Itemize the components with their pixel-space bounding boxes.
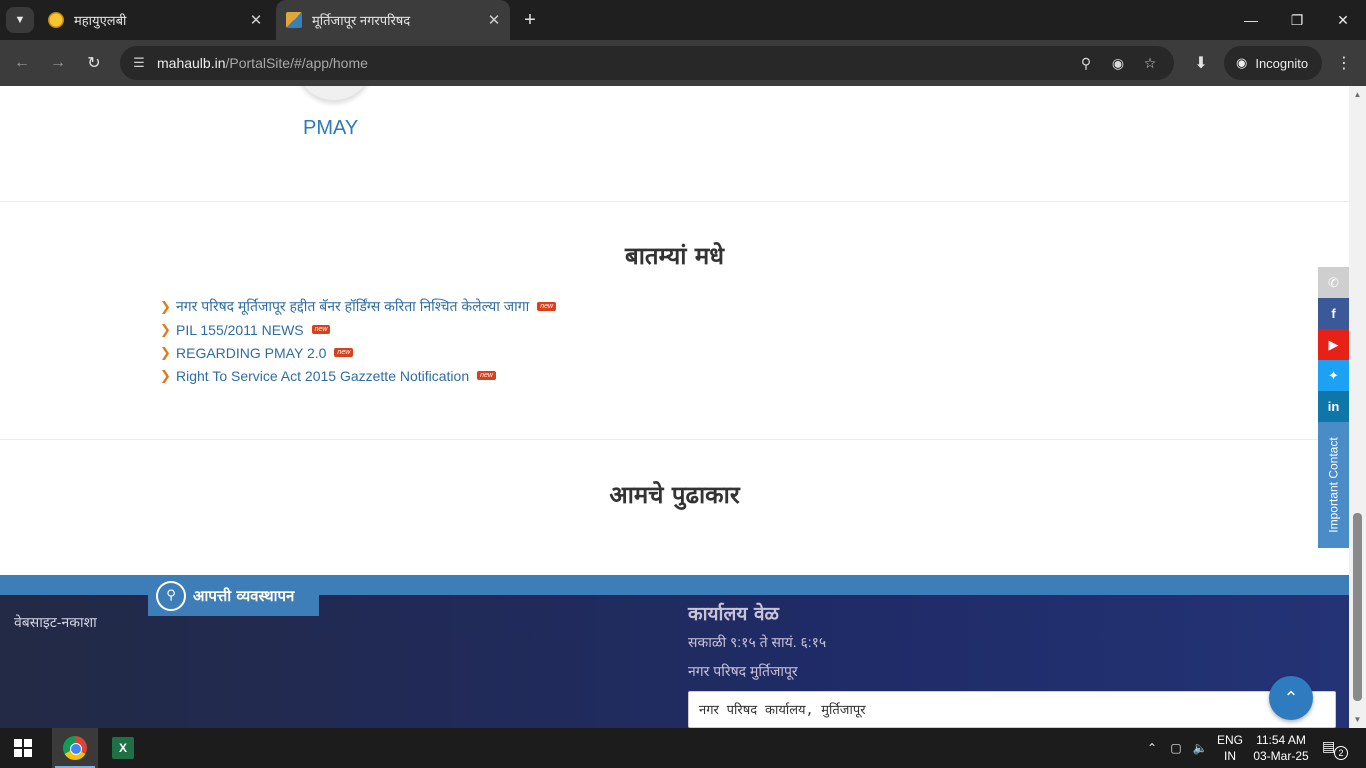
page-viewport: PMAY बातम्यां मधे ❯ नगर परिषद मूर्तिजापू… — [0, 86, 1349, 728]
page-scrollbar[interactable]: ▲ ▼ — [1349, 86, 1366, 728]
incognito-icon: ◉ — [1236, 55, 1248, 70]
news-link[interactable]: REGARDING PMAY 2.0 — [176, 345, 326, 361]
new-badge: new — [537, 302, 557, 311]
tab-strip: ▼ महायुएलबी ✕ मूर्तिजापूर नगरपरिषद ✕ + —… — [0, 0, 1366, 40]
social-sidebar: ✆ f ▶ ✦ in Important Contact — [1318, 267, 1349, 548]
news-heading: बातम्यां मधे — [624, 242, 724, 270]
chevron-right-icon: ❯ — [160, 367, 171, 383]
phone-icon[interactable]: ✆ — [1318, 267, 1349, 298]
address-field[interactable]: नगर परिषद कार्यालय, मुर्तिजापूर — [688, 691, 1336, 728]
tab-title: महायुएलबी — [74, 13, 127, 28]
pmay-link[interactable]: PMAY — [303, 117, 358, 140]
murtizapur-favicon-icon — [286, 12, 302, 28]
tab-search-button[interactable]: ▼ — [6, 7, 34, 33]
language-code: ENG — [1216, 733, 1243, 747]
browser-menu-icon[interactable]: ⋮ — [1334, 51, 1354, 75]
twitter-icon[interactable]: ✦ — [1318, 360, 1349, 391]
youtube-icon[interactable]: ▶ — [1318, 329, 1349, 360]
chevron-up-icon: ⌃ — [1283, 687, 1299, 708]
linkedin-icon[interactable]: in — [1318, 391, 1349, 422]
disaster-management-button[interactable]: ⚲ आपत्ती व्यवस्थापन — [148, 575, 319, 616]
notification-center-icon[interactable]: ▤ 2 — [1322, 738, 1348, 760]
chevron-right-icon: ❯ — [160, 298, 171, 314]
new-tab-button[interactable]: + — [518, 8, 542, 32]
chevron-right-icon: ❯ — [160, 344, 171, 360]
clock[interactable]: 11:54 AM 03-Mar-25 — [1252, 732, 1310, 764]
close-window-button[interactable]: ✕ — [1320, 0, 1366, 40]
browser-toolbar: ← → ↻ ☰ mahaulb.in/PortalSite/#/app/home… — [0, 40, 1366, 86]
important-contact-tab[interactable]: Important Contact — [1318, 422, 1349, 548]
lightbulb-icon: ⚲ — [156, 580, 186, 611]
sitemap-link[interactable]: वेबसाइट-नकाशा — [14, 613, 97, 632]
scroll-up-icon[interactable]: ▲ — [1349, 86, 1366, 103]
news-link[interactable]: Right To Service Act 2015 Gazzette Notif… — [176, 368, 469, 384]
taskbar-excel[interactable]: X — [100, 728, 146, 768]
tab-mahaulb[interactable]: महायुएलबी ✕ — [38, 0, 272, 40]
chevron-down-icon: ▼ — [14, 14, 26, 26]
office-hours-title: कार्यालय वेळ — [688, 603, 779, 625]
leaders-heading: आमचे पुढाकार — [609, 481, 740, 509]
news-item[interactable]: ❯ REGARDING PMAY 2.0 new — [160, 341, 556, 364]
tracking-protection-icon[interactable]: ◉ — [1108, 54, 1128, 72]
incognito-badge[interactable]: ◉ Incognito — [1224, 46, 1322, 80]
divider — [0, 439, 1349, 440]
downloads-icon[interactable]: ⬇ — [1189, 51, 1213, 75]
site-info-icon[interactable]: ☰ — [130, 54, 148, 72]
windows-taskbar: X ⌃ ▢ 🔈 ENG IN 11:54 AM 03-Mar-25 ▤ 2 — [0, 728, 1366, 768]
news-item[interactable]: ❯ PIL 155/2011 NEWS new — [160, 318, 556, 341]
facebook-icon[interactable]: f — [1318, 298, 1349, 329]
network-icon[interactable]: ▢ — [1166, 728, 1186, 768]
forward-button[interactable]: → — [46, 51, 70, 75]
close-tab-icon[interactable]: ✕ — [246, 10, 266, 30]
windows-start-icon[interactable] — [14, 739, 32, 757]
back-button[interactable]: ← — [10, 51, 34, 75]
news-item[interactable]: ❯ नगर परिषद मूर्तिजापूर हद्दीत बॅनर हॉर्… — [160, 295, 557, 318]
news-link[interactable]: नगर परिषद मूर्तिजापूर हद्दीत बॅनर हॉर्डि… — [176, 297, 529, 316]
clock-time: 11:54 AM — [1256, 733, 1306, 747]
divider — [0, 201, 1349, 202]
new-badge: new — [477, 371, 496, 380]
chrome-icon — [63, 736, 87, 760]
important-contact-label: Important Contact — [1326, 437, 1341, 533]
region-code: IN — [1224, 749, 1236, 763]
clock-date: 03-Mar-25 — [1253, 749, 1309, 763]
tab-murtizapur[interactable]: मूर्तिजापूर नगरपरिषद ✕ — [276, 0, 510, 40]
scroll-to-top-button[interactable]: ⌃ — [1269, 676, 1313, 720]
new-badge: new — [311, 325, 331, 334]
disaster-management-label: आपत्ती व्यवस्थापन — [193, 586, 295, 605]
zoom-icon[interactable]: ⚲ — [1076, 54, 1096, 72]
office-hours-text: सकाळी ९:१५ ते सायं. ६:१५ — [688, 634, 827, 650]
news-list: ❯ नगर परिषद मूर्तिजापूर हद्दीत बॅनर हॉर्… — [160, 295, 557, 387]
close-tab-icon[interactable]: ✕ — [484, 10, 504, 30]
url-text[interactable]: mahaulb.in/PortalSite/#/app/home — [157, 55, 368, 71]
notification-count: 2 — [1334, 746, 1348, 760]
tab-title: मूर्तिजापूर नगरपरिषद — [312, 13, 411, 28]
scroll-down-icon[interactable]: ▼ — [1349, 711, 1366, 728]
reload-button[interactable]: ↻ — [82, 51, 106, 75]
volume-icon[interactable]: 🔈 — [1190, 728, 1210, 768]
news-link[interactable]: PIL 155/2011 NEWS — [176, 322, 304, 338]
restore-button[interactable]: ❐ — [1274, 0, 1320, 40]
bookmark-star-icon[interactable]: ☆ — [1140, 54, 1160, 72]
taskbar-chrome[interactable] — [52, 728, 98, 768]
office-name-text: नगर परिषद मुर्तिजापूर — [688, 663, 798, 679]
new-badge: new — [334, 348, 354, 357]
minimize-button[interactable]: — — [1228, 0, 1274, 40]
pmay-icon[interactable] — [295, 86, 373, 100]
language-indicator[interactable]: ENG IN — [1216, 732, 1244, 764]
address-bar[interactable]: ☰ mahaulb.in/PortalSite/#/app/home ⚲ ◉ ☆ — [120, 46, 1174, 80]
chevron-right-icon: ❯ — [160, 321, 171, 337]
mahaulb-favicon-icon — [48, 12, 64, 28]
incognito-label: Incognito — [1255, 55, 1309, 71]
excel-icon: X — [112, 737, 134, 759]
news-item[interactable]: ❯ Right To Service Act 2015 Gazzette Not… — [160, 364, 556, 387]
show-hidden-icons[interactable]: ⌃ — [1142, 728, 1162, 768]
scrollbar-thumb[interactable] — [1353, 513, 1362, 701]
